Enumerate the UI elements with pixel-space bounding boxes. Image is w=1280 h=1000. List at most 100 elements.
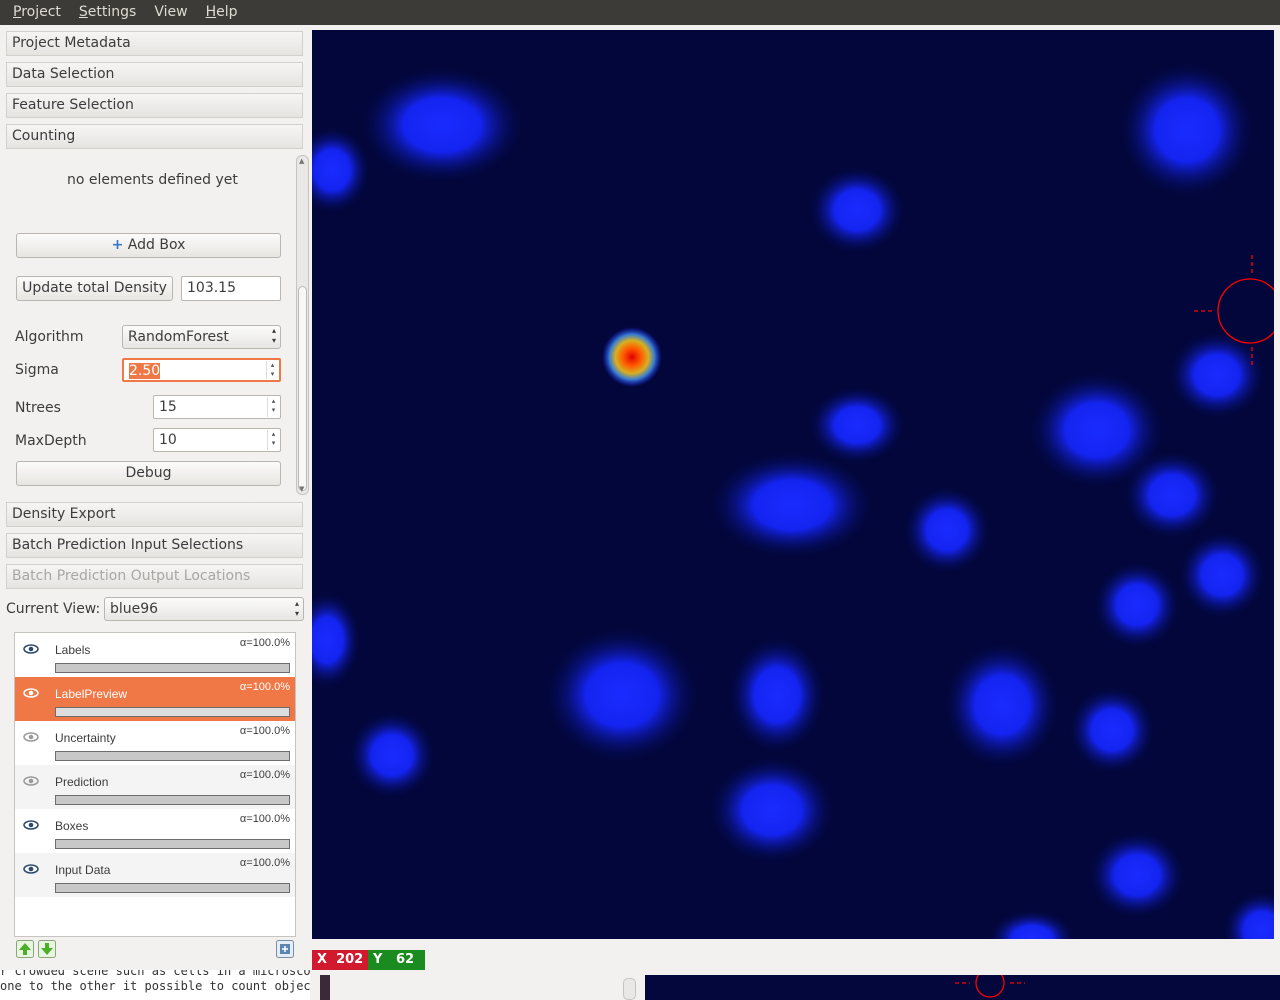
algorithm-combo[interactable]: RandomForest ▴ ▾ [122, 325, 281, 349]
move-layer-down-icon[interactable] [38, 940, 56, 958]
maxdepth-label: MaxDepth [15, 433, 87, 449]
layer-name: Prediction [55, 775, 109, 789]
scroll-down-icon[interactable]: ▼ [299, 485, 304, 493]
cell-blob [987, 909, 1077, 939]
drawer-feature-selection[interactable]: Feature Selection [6, 93, 303, 118]
layer-opacity-slider[interactable] [55, 707, 290, 717]
menu-project[interactable]: Project [4, 0, 70, 25]
cell-blob [1122, 450, 1222, 540]
layer-name: Labels [55, 643, 91, 657]
cell-blob [1117, 60, 1257, 200]
move-layer-up-icon[interactable] [16, 940, 34, 958]
layer-opacity: α=100.0% [239, 769, 290, 781]
layer-name: Boxes [55, 819, 89, 833]
layer-row-labelpreview[interactable]: LabelPreview α=100.0% [15, 677, 295, 721]
secondary-image-view[interactable] [645, 975, 1280, 1000]
algorithm-label: Algorithm [15, 329, 84, 345]
drawer-counting[interactable]: Counting [6, 124, 303, 149]
current-view-combo[interactable]: blue96 ▴ ▾ [104, 597, 304, 621]
cell-blob [1177, 530, 1267, 620]
cell-blob [1222, 890, 1274, 939]
layer-row-prediction[interactable]: Prediction α=100.0% [15, 765, 295, 809]
eye-icon[interactable] [23, 819, 39, 831]
layer-name: Input Data [55, 863, 111, 877]
cell-blob [1087, 830, 1187, 920]
layer-opacity: α=100.0% [239, 813, 290, 825]
y-coordinate-badge: Y 62 [368, 950, 425, 970]
console-text: r crowded scene such as cells in a micro… [0, 970, 310, 1000]
cell-blob [1092, 560, 1182, 650]
maxdepth-spinbox[interactable]: 10 ▴ ▾ [153, 428, 281, 452]
mini-crosshair-icon [955, 975, 1025, 998]
cell-blob [312, 590, 362, 690]
layer-opacity: α=100.0% [239, 857, 290, 869]
current-view-label: Current View: [6, 601, 101, 617]
layer-options-icon[interactable] [276, 940, 294, 958]
ntrees-label: Ntrees [15, 400, 61, 416]
scroll-thumb[interactable] [298, 286, 307, 491]
cell-blob [542, 625, 702, 765]
layer-opacity-slider[interactable] [55, 883, 290, 893]
cell-blob [807, 165, 907, 255]
total-density-field[interactable]: 103.15 [181, 276, 281, 301]
update-density-button[interactable]: Update total Density [16, 276, 173, 301]
scroll-up-icon[interactable]: ▲ [299, 157, 304, 165]
layer-row-uncertainty[interactable]: Uncertainty α=100.0% [15, 721, 295, 765]
layer-opacity: α=100.0% [239, 637, 290, 649]
eye-closed-icon[interactable] [23, 731, 39, 743]
cell-blobs [312, 60, 1274, 939]
layer-list: Labels α=100.0% LabelPreview α=100.0% Un… [14, 632, 296, 937]
image-viewer[interactable] [312, 30, 1274, 939]
label-preview-dot [602, 327, 662, 387]
cell-blob [707, 755, 837, 865]
spin-arrows-icon[interactable]: ▴ ▾ [266, 361, 278, 379]
layer-name: Uncertainty [55, 731, 116, 745]
layer-opacity: α=100.0% [239, 725, 290, 737]
sigma-spinbox[interactable]: 2.50 ▴ ▾ [122, 358, 281, 382]
debug-button[interactable]: Debug [16, 461, 281, 486]
drawer-project-metadata[interactable]: Project Metadata [6, 31, 303, 56]
menu-help[interactable]: Help [197, 0, 247, 25]
eye-icon[interactable] [23, 643, 39, 655]
image-canvas[interactable] [312, 30, 1274, 939]
strip-scrollbar[interactable] [623, 978, 636, 1000]
spin-arrows-icon[interactable]: ▴ ▾ [267, 430, 279, 450]
drawer-batch-input[interactable]: Batch Prediction Input Selections [6, 533, 303, 558]
drawer-data-selection[interactable]: Data Selection [6, 62, 303, 87]
layer-name: LabelPreview [55, 687, 128, 701]
menu-view[interactable]: View [145, 0, 196, 25]
applet-drawer-panel: Project Metadata Data Selection Feature … [0, 25, 310, 1000]
cell-blob [707, 450, 877, 560]
eye-closed-icon[interactable] [23, 775, 39, 787]
menu-settings[interactable]: Settings [70, 0, 145, 25]
eye-icon[interactable] [23, 687, 39, 699]
x-coordinate-badge: X 202 [312, 950, 368, 970]
cell-blob [1067, 685, 1157, 775]
updown-icon: ▴ ▾ [271, 326, 276, 345]
layer-opacity-slider[interactable] [55, 795, 290, 805]
cell-blob [942, 640, 1062, 770]
cell-blob [727, 635, 827, 755]
counting-scrollbar[interactable]: ▲ ▼ [296, 155, 309, 495]
cell-blob [807, 385, 907, 465]
cell-blob [902, 485, 992, 575]
add-box-button[interactable]: + Add Box [16, 233, 281, 258]
layer-row-input-data[interactable]: Input Data α=100.0% [15, 853, 295, 897]
layer-row-boxes[interactable]: Boxes α=100.0% [15, 809, 295, 853]
drawer-density-export[interactable]: Density Export [6, 502, 303, 527]
drawer-batch-output[interactable]: Batch Prediction Output Locations [6, 564, 303, 589]
updown-icon: ▴ ▾ [294, 599, 299, 618]
plus-icon: + [111, 237, 124, 253]
sigma-label: Sigma [15, 362, 59, 378]
layer-opacity-slider[interactable] [55, 751, 290, 761]
cell-blob [357, 65, 527, 185]
layer-opacity-slider[interactable] [55, 839, 290, 849]
empty-boxes-text: no elements defined yet [67, 172, 238, 188]
layer-opacity-slider[interactable] [55, 663, 290, 673]
layer-row-labels[interactable]: Labels α=100.0% [15, 633, 295, 677]
ntrees-spinbox[interactable]: 15 ▴ ▾ [153, 395, 281, 419]
cell-blob [347, 710, 437, 800]
spin-arrows-icon[interactable]: ▴ ▾ [267, 397, 279, 417]
eye-icon[interactable] [23, 863, 39, 875]
layer-opacity: α=100.0% [239, 681, 290, 693]
